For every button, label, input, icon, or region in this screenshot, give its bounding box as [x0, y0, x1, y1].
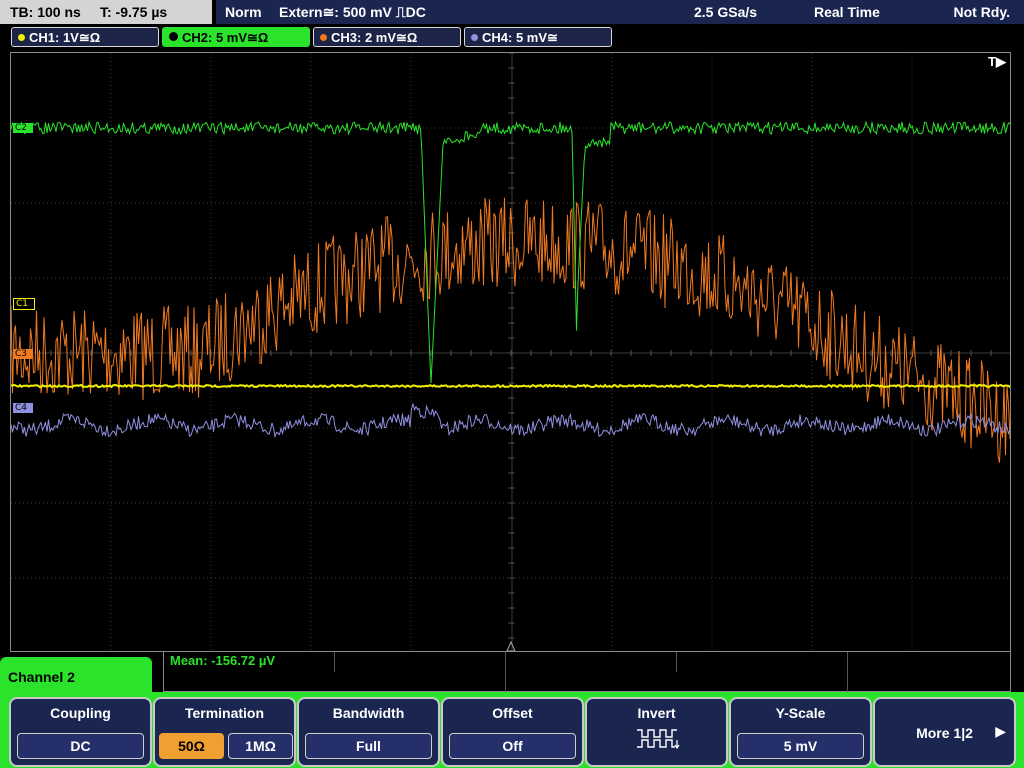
- trigger-position-icon: T▶: [988, 54, 1006, 69]
- offset-title: Offset: [492, 705, 533, 721]
- acquisition-mode-label: Real Time: [814, 4, 880, 20]
- measurement-cell[interactable]: [506, 652, 677, 672]
- trigger-position-marker: [506, 640, 516, 651]
- termination-title: Termination: [184, 705, 265, 721]
- ch3-trace: [11, 197, 1010, 463]
- measurement-cell[interactable]: [164, 672, 506, 692]
- invert-waveform-icon: [637, 729, 680, 750]
- trigger-source-label: Extern≅: 500 mV ⎍DC: [279, 4, 426, 20]
- channel-menu-tab[interactable]: Channel 2: [0, 657, 152, 697]
- tab-ch2-label: CH2: 5 mV≅Ω: [182, 30, 269, 45]
- termination-softkey[interactable]: Termination 50Ω 1MΩ: [153, 697, 296, 767]
- bandwidth-softkey[interactable]: Bandwidth Full: [297, 697, 440, 767]
- channel-menu-title: Channel 2: [8, 669, 75, 685]
- tab-ch4-label: CH4: 5 mV≅: [482, 30, 558, 45]
- ch3-dot-icon: [320, 34, 327, 41]
- ch1-dot-icon: [18, 34, 25, 41]
- mean-measurement: Mean: -156.72 µV: [170, 653, 276, 668]
- waveform-display[interactable]: C2 C1 C3 C4 T▶: [10, 52, 1011, 652]
- bandwidth-title: Bandwidth: [332, 705, 405, 721]
- yscale-value[interactable]: 5 mV: [737, 733, 864, 759]
- trigger-mode-label: Norm: [225, 4, 262, 20]
- more-title: More 1|2: [916, 725, 973, 741]
- termination-50-option[interactable]: 50Ω: [159, 733, 224, 759]
- trigger-time-label: T: -9.75 µs: [100, 4, 168, 20]
- sample-rate-label: 2.5 GSa/s: [694, 4, 758, 20]
- status-bar: TB: 100 ns T: -9.75 µs Norm Extern≅: 500…: [0, 0, 1024, 24]
- measurement-cell[interactable]: [335, 652, 506, 672]
- trigger-bar[interactable]: Norm Extern≅: 500 mV ⎍DC 2.5 GSa/s Real …: [216, 0, 1024, 24]
- tab-ch2[interactable]: CH2: 5 mV≅Ω: [162, 27, 310, 47]
- measurement-cell[interactable]: [677, 652, 848, 672]
- tab-ch1-label: CH1: 1V≅Ω: [29, 30, 101, 45]
- ch4-dot-icon: [471, 34, 478, 41]
- yscale-softkey[interactable]: Y-Scale 5 mV: [729, 697, 872, 767]
- ch1-marker[interactable]: C1: [13, 298, 36, 310]
- status-label: Not Rdy.: [953, 4, 1010, 20]
- coupling-softkey[interactable]: Coupling DC: [9, 697, 152, 767]
- invert-softkey[interactable]: Invert: [585, 697, 728, 767]
- measurement-cell[interactable]: [506, 672, 848, 692]
- tab-ch1[interactable]: CH1: 1V≅Ω: [11, 27, 159, 47]
- offset-value[interactable]: Off: [449, 733, 576, 759]
- tab-ch3-label: CH3: 2 mV≅Ω: [331, 30, 418, 45]
- measurement-bar: Mean: -156.72 µV: [163, 652, 1011, 692]
- invert-title: Invert: [637, 705, 676, 721]
- timebase-label: TB: 100 ns: [10, 4, 81, 20]
- coupling-value[interactable]: DC: [17, 733, 144, 759]
- offset-softkey[interactable]: Offset Off: [441, 697, 584, 767]
- arrow-right-icon: ▶: [995, 723, 1006, 739]
- tab-ch4[interactable]: CH4: 5 mV≅: [464, 27, 612, 47]
- termination-1m-option[interactable]: 1MΩ: [228, 733, 293, 759]
- ch1-trace: [11, 383, 1010, 389]
- yscale-title: Y-Scale: [775, 705, 826, 721]
- ch2-trace: [11, 120, 1010, 384]
- ch4-marker[interactable]: C4: [13, 403, 34, 413]
- ch2-dot-icon: [169, 32, 178, 41]
- tab-ch3[interactable]: CH3: 2 mV≅Ω: [313, 27, 461, 47]
- timebase-box[interactable]: TB: 100 ns T: -9.75 µs: [0, 0, 212, 24]
- coupling-title: Coupling: [50, 705, 111, 721]
- bandwidth-value[interactable]: Full: [305, 733, 432, 759]
- ch2-marker[interactable]: C2: [13, 123, 34, 133]
- ch3-marker[interactable]: C3: [13, 349, 34, 359]
- measurement-cell[interactable]: Mean: -156.72 µV: [164, 652, 335, 672]
- waveform-canvas: [11, 53, 1010, 651]
- more-softkey[interactable]: More 1|2 ▶: [873, 697, 1016, 767]
- ch4-trace: [11, 402, 1010, 439]
